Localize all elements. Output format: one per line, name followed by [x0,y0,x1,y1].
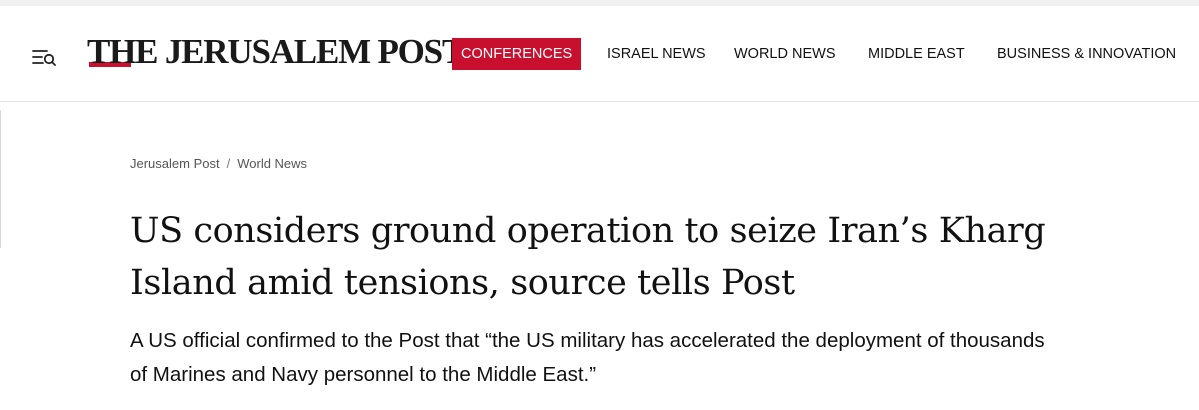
article-headline: US considers ground operation to seize I… [130,211,1046,303]
breadcrumb-item-world-news[interactable]: World News [237,156,307,171]
site-logo[interactable]: THE JERUSALEM POST [87,33,465,77]
breadcrumb: Jerusalem Post / World News [130,156,307,171]
nav-israel-news[interactable]: ISRAEL NEWS [607,38,706,70]
logo-text: THE JERUSALEM POST [87,32,465,71]
nav-world-news[interactable]: WORLD NEWS [734,38,836,70]
nav-business-innovation[interactable]: BUSINESS & INNOVATION [997,38,1176,70]
breadcrumb-item-home[interactable]: Jerusalem Post [130,156,220,171]
nav-conferences[interactable]: CONFERENCES [452,38,582,70]
article-subheadline: A US official confirmed to the Post that… [130,329,1045,386]
nav-middle-east[interactable]: MIDDLE EAST [868,38,965,70]
site-header: THE JERUSALEM POST CONFERENCES ISRAEL NE… [0,6,1199,102]
menu-search-icon[interactable] [31,46,57,68]
left-divider [0,110,1,248]
breadcrumb-separator: / [226,156,231,171]
